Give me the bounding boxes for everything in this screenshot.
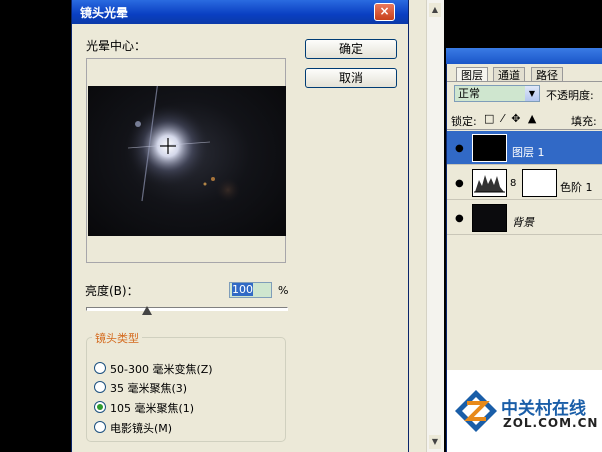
vertical-scrollbar[interactable] xyxy=(426,0,444,452)
lens-type-title: 镜头类型 xyxy=(92,330,142,346)
layers-panel-titlebar[interactable] xyxy=(446,48,602,64)
brightness-slider-thumb[interactable] xyxy=(142,306,152,315)
tab-channels[interactable]: 通道 xyxy=(493,67,525,82)
dialog-title: 镜头光晕 xyxy=(80,6,129,20)
lens-flare-dialog: 镜头光晕 × 光晕中心： 确定 取消 亮度(B)： 100 % 镜头类型 50-… xyxy=(71,0,409,452)
lens-option-radio[interactable] xyxy=(94,381,106,393)
eye-icon[interactable]: ● xyxy=(455,144,469,154)
layer-thumbnail xyxy=(472,204,507,232)
layer-thumbnail xyxy=(472,134,507,162)
tab-layers[interactable]: 图层 xyxy=(456,67,488,82)
zol-logo-icon xyxy=(455,390,497,432)
link-icon[interactable]: 8 xyxy=(510,178,516,189)
lens-option-radio-selected[interactable] xyxy=(94,401,106,413)
tab-divider xyxy=(447,81,602,82)
flare-center-label: 光晕中心： xyxy=(86,39,147,53)
tab-paths[interactable]: 路径 xyxy=(531,67,563,82)
lens-option-label[interactable]: 35 毫米聚焦(3) xyxy=(110,380,187,396)
chevron-down-icon[interactable]: ▼ xyxy=(525,86,539,101)
lens-option-label[interactable]: 50-300 毫米变焦(Z) xyxy=(110,361,213,377)
watermark-url: ZOL.COM.CN xyxy=(503,416,599,430)
layer-name[interactable]: 图层 1 xyxy=(512,144,545,160)
cancel-button[interactable]: 取消 xyxy=(305,68,397,88)
ok-button[interactable]: 确定 xyxy=(305,39,397,59)
close-button[interactable]: × xyxy=(374,3,395,21)
layer-name[interactable]: 背景 xyxy=(512,214,534,230)
scroll-up-icon[interactable]: ▲ xyxy=(429,3,441,17)
fill-label: 填充: xyxy=(571,115,597,128)
lock-label: 锁定: xyxy=(451,115,477,128)
lock-divider xyxy=(447,129,602,130)
lens-option-label[interactable]: 电影镜头(M) xyxy=(110,420,172,436)
watermark-area: 中关村在线 ZOL.COM.CN xyxy=(447,370,602,452)
brightness-slider[interactable] xyxy=(86,307,288,311)
scroll-down-icon[interactable]: ▼ xyxy=(429,435,441,449)
flare-preview-graphic xyxy=(126,86,240,202)
canvas-background xyxy=(0,0,71,452)
levels-adjustment-icon xyxy=(472,169,507,197)
opacity-label: 不透明度: xyxy=(546,89,594,102)
flare-preview[interactable] xyxy=(88,86,286,236)
layer-mask-thumbnail[interactable] xyxy=(522,169,557,197)
lens-option-label[interactable]: 105 毫米聚焦(1) xyxy=(110,400,194,416)
brightness-unit: % xyxy=(278,284,289,297)
close-icon: × xyxy=(379,4,390,18)
dialog-titlebar[interactable]: 镜头光晕 × xyxy=(72,0,408,24)
brightness-label: 亮度(B)： xyxy=(85,284,139,298)
eye-icon[interactable]: ● xyxy=(455,179,469,189)
workspace-gap xyxy=(409,0,426,452)
eye-icon[interactable]: ● xyxy=(455,214,469,224)
brightness-input[interactable]: 100 xyxy=(229,282,272,298)
lens-option-radio[interactable] xyxy=(94,362,106,374)
lens-option-radio[interactable] xyxy=(94,421,106,433)
layer-name[interactable]: 色阶 1 xyxy=(560,179,593,195)
lock-icons[interactable]: □ ⁄ ✥ ▲ xyxy=(484,112,538,125)
